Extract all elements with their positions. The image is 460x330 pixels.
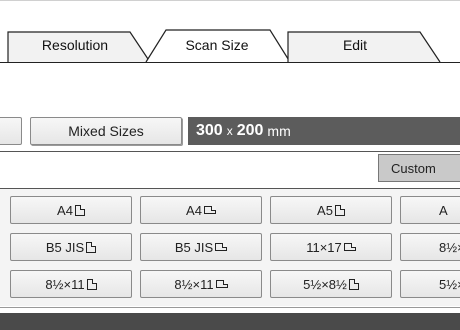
paper-size-label: A4 — [186, 202, 202, 218]
paper-size-label: B5 JIS — [174, 239, 214, 255]
landscape-paper-icon — [203, 206, 216, 214]
divider-3 — [0, 307, 460, 308]
custom-button[interactable]: Custom — [378, 154, 460, 182]
tab-baseline — [0, 62, 460, 63]
paper-size-button[interactable]: 5½×8½ — [270, 270, 392, 298]
paper-size-button[interactable]: B5 JIS — [140, 233, 262, 261]
portrait-paper-icon — [334, 204, 345, 216]
size-width: 300 — [196, 122, 223, 139]
paper-size-label: 8½×11 — [174, 276, 214, 292]
paper-size-label: A5 — [317, 202, 333, 218]
paper-size-label: 8½×11 — [45, 276, 85, 292]
paper-size-button[interactable]: 8½× — [400, 233, 460, 261]
paper-size-button[interactable]: 11×17 — [270, 233, 392, 261]
portrait-paper-icon — [348, 278, 359, 290]
tab-scan-size[interactable]: Scan Size — [162, 36, 272, 54]
paper-size-button[interactable]: 8½×11 — [10, 270, 132, 298]
tab-edit[interactable]: Edit — [300, 36, 410, 54]
mixed-sizes-button[interactable]: Mixed Sizes — [30, 117, 182, 145]
tab-resolution[interactable]: Resolution — [20, 36, 130, 54]
paper-size-label: A — [439, 202, 448, 218]
scan-size-display: 300 x 200 mm — [188, 117, 460, 145]
tab-bar: Resolution Scan Size Edit — [0, 0, 460, 72]
paper-size-button[interactable]: A — [400, 196, 460, 224]
paper-size-button[interactable]: A5 — [270, 196, 392, 224]
partial-left-button[interactable] — [0, 117, 22, 145]
size-unit: mm — [267, 123, 291, 139]
paper-size-label: 8½× — [439, 239, 460, 255]
divider-1 — [0, 151, 460, 152]
paper-size-button[interactable]: A4 — [140, 196, 262, 224]
portrait-paper-icon — [74, 204, 85, 216]
portrait-paper-icon — [86, 241, 97, 253]
paper-size-button[interactable]: A4 — [10, 196, 132, 224]
portrait-paper-icon — [86, 278, 97, 290]
size-times: x — [226, 124, 233, 138]
paper-size-label: 5½× — [439, 276, 460, 292]
paper-size-label: A4 — [57, 202, 73, 218]
paper-size-label: 11×17 — [306, 239, 342, 255]
landscape-paper-icon — [343, 243, 356, 251]
landscape-paper-icon — [215, 243, 228, 251]
bottom-status-bar — [0, 313, 460, 330]
paper-size-button[interactable]: 8½×11 — [140, 270, 262, 298]
paper-size-button[interactable]: 5½× — [400, 270, 460, 298]
paper-size-label: B5 JIS — [45, 239, 85, 255]
landscape-paper-icon — [215, 280, 228, 288]
paper-size-label: 5½×8½ — [303, 276, 347, 292]
size-height: 200 — [236, 122, 264, 139]
paper-size-button[interactable]: B5 JIS — [10, 233, 132, 261]
